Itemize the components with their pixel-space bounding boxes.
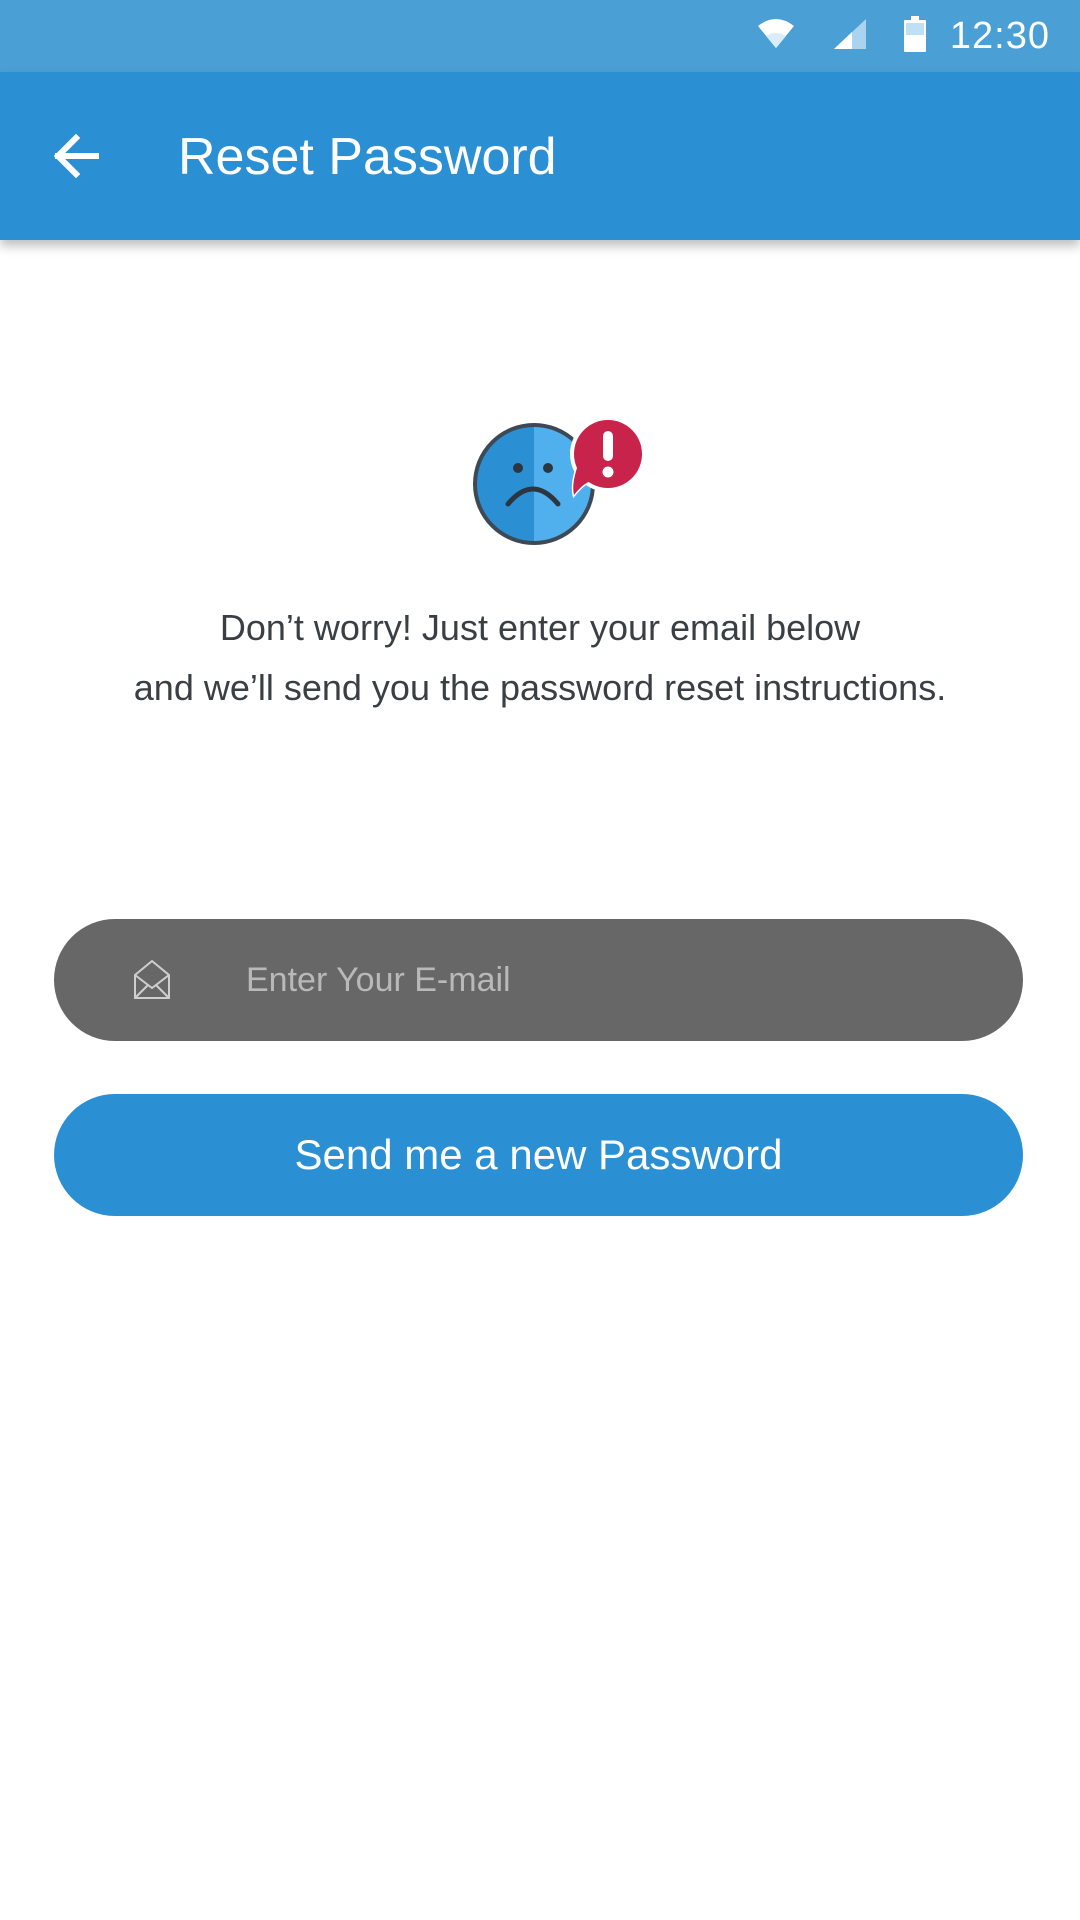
status-bar: 12:30 bbox=[0, 0, 1080, 72]
status-icons: 12:30 bbox=[756, 0, 1050, 72]
sad-face-alert-icon bbox=[468, 416, 652, 550]
instructions-line-1: Don’t worry! Just enter your email below bbox=[219, 607, 861, 648]
send-new-password-button[interactable]: Send me a new Password bbox=[54, 1094, 1023, 1216]
status-time: 12:30 bbox=[949, 14, 1050, 57]
email-input[interactable] bbox=[246, 919, 986, 1041]
arrow-left-icon bbox=[52, 133, 100, 183]
envelope-icon bbox=[132, 957, 172, 1001]
app-bar: Reset Password bbox=[0, 72, 1080, 240]
email-field[interactable] bbox=[54, 919, 1023, 1041]
reset-password-screen: 12:30 Reset Password Don’t worry! Just e… bbox=[0, 0, 1080, 1920]
back-button[interactable] bbox=[36, 118, 116, 198]
wifi-icon bbox=[756, 18, 796, 55]
page-title: Reset Password bbox=[178, 128, 557, 186]
instructions-text: Don’t worry! Just enter your email below… bbox=[0, 598, 1080, 718]
instructions-line-2: and we’ll send you the password reset in… bbox=[133, 667, 947, 708]
cell-signal-icon bbox=[832, 17, 868, 56]
battery-icon bbox=[903, 15, 926, 57]
